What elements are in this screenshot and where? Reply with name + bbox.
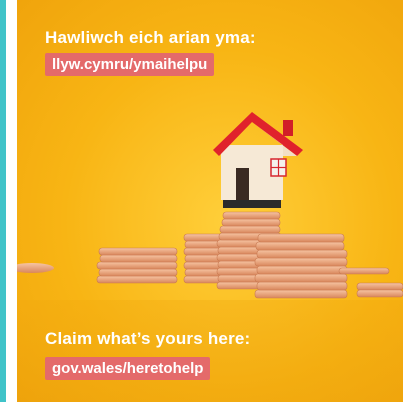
promo-panel: Hawliwch eich arian yma: llyw.cymru/ymai… bbox=[17, 0, 403, 402]
house-icon bbox=[213, 112, 303, 208]
welsh-heading: Hawliwch eich arian yma: bbox=[45, 28, 256, 47]
coin-stack-right bbox=[254, 233, 348, 299]
coin-stack-far-left bbox=[17, 263, 54, 273]
english-heading: Claim what’s yours here: bbox=[45, 329, 251, 348]
welsh-link[interactable]: llyw.cymru/ymaihelpu bbox=[45, 53, 215, 76]
coin-stack-left bbox=[96, 247, 178, 284]
left-margin bbox=[6, 0, 17, 402]
english-link[interactable]: gov.wales/heretohelp bbox=[45, 357, 211, 380]
coin-stack-far-right bbox=[338, 267, 403, 298]
